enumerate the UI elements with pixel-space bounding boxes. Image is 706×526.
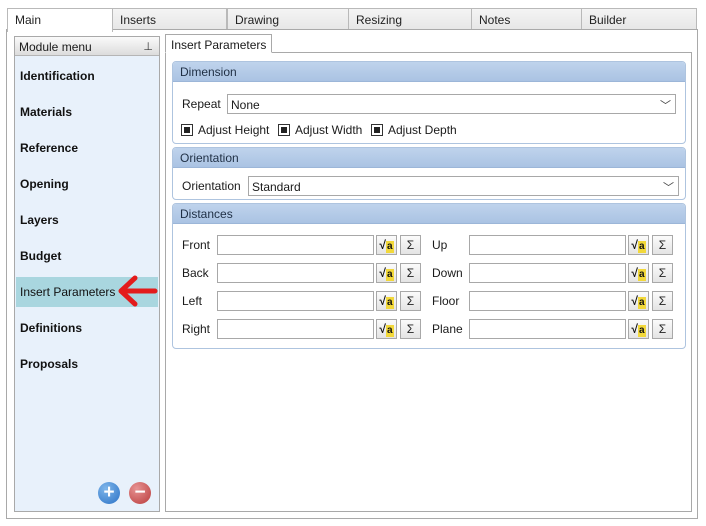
up-input[interactable] — [469, 235, 626, 255]
adjust-height-checkbox[interactable] — [181, 124, 193, 136]
down-formula-button[interactable]: √a — [628, 263, 649, 283]
repeat-value: None — [231, 98, 260, 112]
tab-label: Inserts — [120, 13, 157, 27]
menu-item-definitions[interactable]: Definitions — [16, 313, 158, 343]
down-label: Down — [432, 266, 463, 280]
pin-icon[interactable]: ⊥ — [143, 40, 153, 53]
plane-input[interactable] — [469, 319, 626, 339]
floor-input[interactable] — [469, 291, 626, 311]
floor-label: Floor — [432, 294, 460, 308]
down-sum-button[interactable]: Σ — [652, 263, 673, 283]
adjust-depth-label: Adjust Depth — [388, 123, 457, 137]
right-sum-button[interactable]: Σ — [400, 319, 421, 339]
orientation-header: Orientation — [173, 148, 685, 168]
remove-icon[interactable]: − — [129, 482, 151, 504]
tab-drawing[interactable]: Drawing — [227, 8, 349, 30]
formula-icon: √a — [631, 238, 646, 253]
tab-resizing[interactable]: Resizing — [348, 8, 472, 30]
chevron-down-icon: ﹀ — [660, 100, 671, 112]
formula-icon: √a — [379, 238, 394, 253]
menu-item-reference[interactable]: Reference — [16, 133, 158, 163]
plane-sum-button[interactable]: Σ — [652, 319, 673, 339]
tab-inserts[interactable]: Inserts — [112, 8, 227, 30]
tab-builder[interactable]: Builder — [581, 8, 697, 30]
adjust-depth-checkbox[interactable] — [371, 124, 383, 136]
repeat-select[interactable]: None ﹀ — [227, 94, 676, 114]
plane-formula-button[interactable]: √a — [628, 319, 649, 339]
sigma-icon: Σ — [658, 294, 667, 308]
chevron-down-icon: ﹀ — [663, 182, 674, 194]
sigma-icon: Σ — [658, 238, 667, 252]
up-formula-button[interactable]: √a — [628, 235, 649, 255]
module-menu-title: Module menu — [19, 40, 92, 54]
sigma-icon: Σ — [406, 322, 415, 336]
red-arrow-pointer — [118, 275, 158, 307]
distances-group: Distances Front √a Σ Back √a Σ Left √a Σ… — [172, 203, 686, 349]
insert-parameters-panel: Dimension Repeat None ﹀ Adjust Height Ad… — [165, 52, 692, 512]
menu-item-materials[interactable]: Materials — [16, 97, 158, 127]
tab-main[interactable]: Main — [7, 8, 113, 32]
left-formula-button[interactable]: √a — [376, 291, 397, 311]
up-sum-button[interactable]: Σ — [652, 235, 673, 255]
up-label: Up — [432, 238, 448, 252]
module-menu-header: Module menu ⊥ — [15, 37, 159, 56]
add-icon[interactable]: + — [98, 482, 120, 504]
tab-label: Main — [15, 13, 42, 27]
sigma-icon: Σ — [658, 266, 667, 280]
orientation-select[interactable]: Standard ﹀ — [248, 176, 679, 196]
left-sum-button[interactable]: Σ — [400, 291, 421, 311]
back-sum-button[interactable]: Σ — [400, 263, 421, 283]
menu-item-budget[interactable]: Budget — [16, 241, 158, 271]
plane-label: Plane — [432, 322, 463, 336]
orientation-value: Standard — [252, 180, 301, 194]
menu-item-layers[interactable]: Layers — [16, 205, 158, 235]
top-tab-bar: Main Inserts Drawing Resizing Notes Buil… — [0, 8, 706, 32]
menu-item-identification[interactable]: Identification — [16, 61, 158, 91]
back-label: Back — [182, 266, 209, 280]
tab-label: Builder — [589, 13, 627, 27]
formula-icon: √a — [379, 266, 394, 281]
floor-sum-button[interactable]: Σ — [652, 291, 673, 311]
adjust-height-label: Adjust Height — [198, 123, 270, 137]
tab-label: Notes — [479, 13, 511, 27]
tab-notes[interactable]: Notes — [471, 8, 582, 30]
distances-header: Distances — [173, 204, 685, 224]
back-input[interactable] — [217, 263, 374, 283]
left-input[interactable] — [217, 291, 374, 311]
menu-item-proposals[interactable]: Proposals — [16, 349, 158, 379]
tab-insert-parameters[interactable]: Insert Parameters — [165, 34, 273, 53]
tab-label: Drawing — [235, 13, 280, 27]
down-input[interactable] — [469, 263, 626, 283]
sigma-icon: Σ — [406, 294, 415, 308]
dimension-group: Dimension Repeat None ﹀ Adjust Height Ad… — [172, 61, 686, 144]
tab-label: Resizing — [356, 13, 403, 27]
right-formula-button[interactable]: √a — [376, 319, 397, 339]
adjust-width-checkbox[interactable] — [278, 124, 290, 136]
formula-icon: √a — [379, 294, 394, 309]
front-sum-button[interactable]: Σ — [400, 235, 421, 255]
formula-icon: √a — [631, 322, 646, 337]
sigma-icon: Σ — [658, 322, 667, 336]
dimension-header: Dimension — [173, 62, 685, 82]
orientation-group: Orientation Orientation Standard ﹀ — [172, 147, 686, 200]
sigma-icon: Σ — [406, 238, 415, 252]
adjust-width-label: Adjust Width — [295, 123, 363, 137]
repeat-label: Repeat — [182, 97, 221, 111]
right-label: Right — [182, 322, 211, 336]
right-input[interactable] — [217, 319, 374, 339]
formula-icon: √a — [631, 266, 646, 281]
left-label: Left — [182, 294, 203, 308]
formula-icon: √a — [379, 322, 394, 337]
menu-item-opening[interactable]: Opening — [16, 169, 158, 199]
formula-icon: √a — [631, 294, 646, 309]
front-formula-button[interactable]: √a — [376, 235, 397, 255]
floor-formula-button[interactable]: √a — [628, 291, 649, 311]
sigma-icon: Σ — [406, 266, 415, 280]
front-label: Front — [182, 238, 211, 252]
orientation-label: Orientation — [182, 179, 241, 193]
front-input[interactable] — [217, 235, 374, 255]
back-formula-button[interactable]: √a — [376, 263, 397, 283]
